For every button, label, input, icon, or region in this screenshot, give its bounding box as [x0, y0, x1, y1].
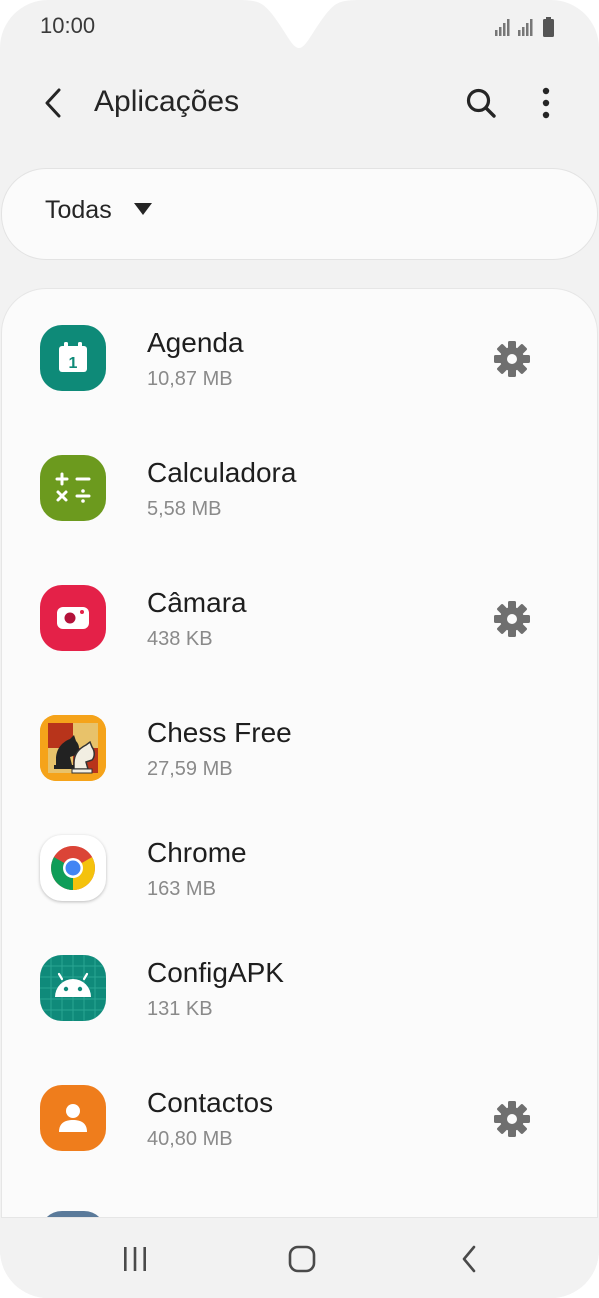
camera-icon — [40, 585, 106, 651]
calendar-icon: 1 — [40, 325, 106, 391]
search-icon — [466, 88, 496, 118]
list-item-contactos[interactable]: Contactos 40,80 MB — [2, 1049, 597, 1179]
gear-icon — [494, 341, 530, 377]
app-size: 5,58 MB — [147, 498, 222, 520]
filter-dropdown[interactable]: Todas — [2, 169, 597, 259]
app-icon-partial — [40, 1211, 106, 1217]
calculator-icon — [40, 455, 106, 521]
app-name: Câmara — [147, 587, 247, 618]
app-name: Chrome — [147, 837, 247, 868]
list-item-chess-free[interactable]: Chess Free 27,59 MB — [2, 679, 597, 809]
phone-screen: 10:00 Aplicações Todas 1 Agenda 10,87 MB… — [0, 0, 599, 1298]
back-arrow-icon — [45, 88, 61, 118]
chrome-icon — [40, 835, 106, 901]
search-button[interactable] — [460, 82, 502, 124]
page-title: Aplicações — [94, 85, 240, 118]
list-item-camara[interactable]: Câmara 438 KB — [2, 549, 597, 679]
app-size: 10,87 MB — [147, 368, 233, 390]
recents-button[interactable] — [110, 1236, 160, 1282]
list-item-calculadora[interactable]: Calculadora 5,58 MB — [2, 419, 597, 549]
app-name: Contactos — [147, 1087, 274, 1118]
android-icon — [40, 955, 106, 1021]
more-options-button[interactable] — [525, 82, 567, 124]
navigation-bar — [0, 1218, 599, 1298]
app-name: ConfigAPK — [147, 957, 284, 988]
svg-text:1: 1 — [69, 355, 78, 372]
recents-icon — [124, 1247, 146, 1271]
list-item-agenda[interactable]: 1 Agenda 10,87 MB — [2, 289, 597, 419]
chess-icon — [40, 715, 106, 781]
app-list: 1 Agenda 10,87 MB Calculadora 5,58 MB Câ… — [2, 289, 597, 1217]
back-button[interactable] — [32, 80, 74, 126]
gear-icon — [494, 601, 530, 637]
app-name: Calculadora — [147, 457, 297, 488]
app-settings-button[interactable] — [490, 597, 534, 641]
app-size: 27,59 MB — [147, 758, 233, 780]
app-size: 131 KB — [147, 998, 213, 1020]
gear-icon — [494, 1101, 530, 1137]
app-name: Chess Free — [147, 717, 292, 748]
list-item-chrome[interactable]: Chrome 163 MB — [2, 799, 597, 929]
app-size: 40,80 MB — [147, 1128, 233, 1150]
home-button[interactable] — [277, 1236, 327, 1282]
app-settings-button[interactable] — [490, 337, 534, 381]
app-name: Agenda — [147, 327, 244, 358]
app-size: 438 KB — [147, 628, 213, 650]
list-item-configapk[interactable]: ConfigAPK 131 KB — [2, 919, 597, 1049]
signal-battery-icon — [495, 17, 554, 37]
contact-icon — [40, 1085, 106, 1151]
nav-back-icon — [462, 1245, 476, 1273]
app-settings-button[interactable] — [490, 1097, 534, 1141]
status-time: 10:00 — [40, 13, 96, 38]
status-icons — [495, 16, 561, 38]
app-bar: Aplicações — [0, 70, 599, 136]
camera-notch — [236, 0, 362, 48]
home-icon — [288, 1245, 316, 1273]
nav-back-button[interactable] — [444, 1236, 494, 1282]
filter-label: Todas — [45, 196, 112, 224]
app-size: 163 MB — [147, 878, 216, 900]
dropdown-arrow-icon — [134, 203, 152, 215]
more-vert-icon — [542, 87, 550, 119]
